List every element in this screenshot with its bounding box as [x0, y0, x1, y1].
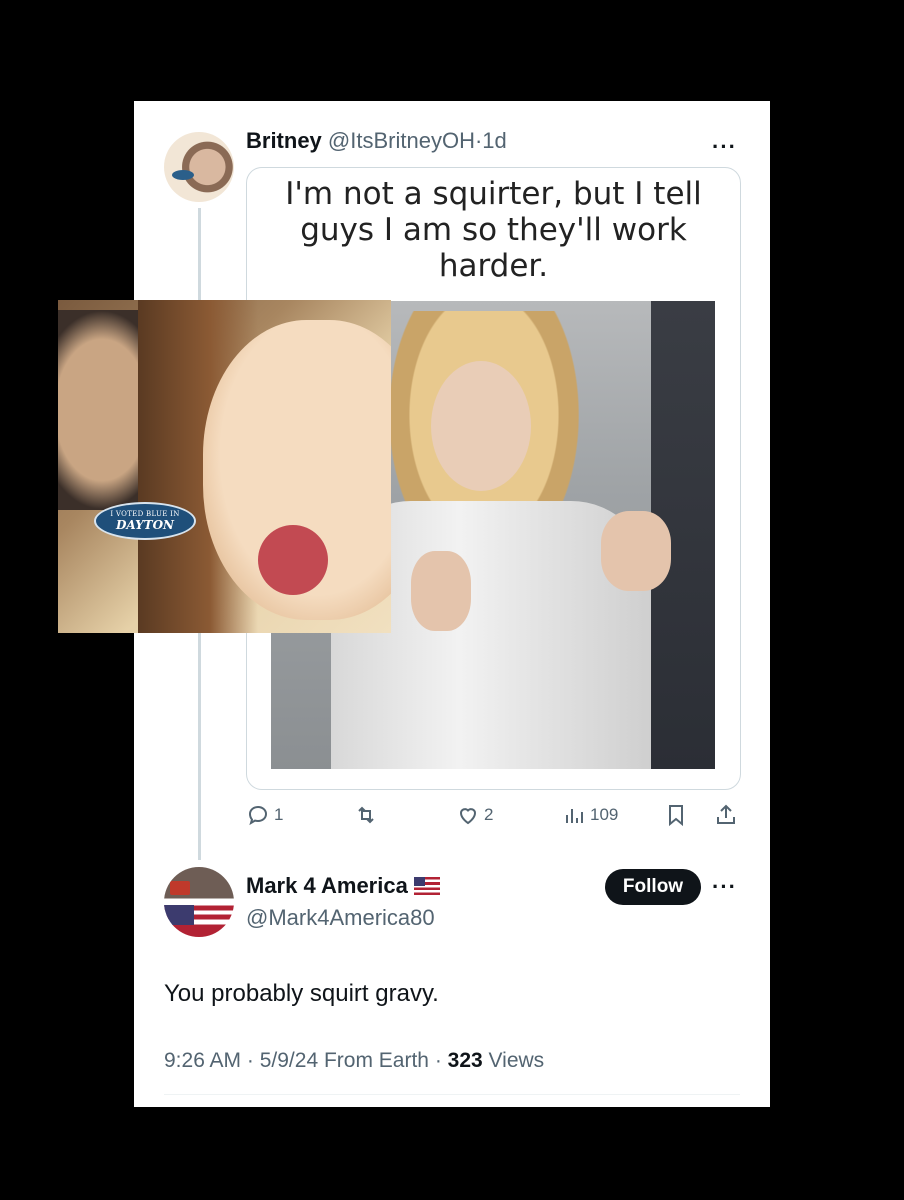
reply-count: 1: [274, 805, 284, 824]
reply-author-name[interactable]: Mark 4 America: [246, 873, 440, 899]
sign-icon: [170, 881, 190, 895]
like-button[interactable]: 2: [456, 803, 493, 827]
heart-icon: [459, 808, 477, 825]
author-handle[interactable]: @ItsBritneyOH: [328, 128, 475, 153]
bookmark-icon: [669, 805, 683, 827]
views-button[interactable]: 109: [562, 803, 618, 827]
meta-separator: ·: [241, 1049, 260, 1072]
meme-caption: I'm not a squirter, but I tell guys I am…: [285, 176, 702, 284]
like-count: 2: [484, 805, 494, 824]
meta-views-label: Views: [482, 1049, 545, 1072]
tweet-time[interactable]: 1d: [482, 128, 506, 153]
more-options-icon[interactable]: ···: [712, 136, 737, 158]
reply-text: You probably squirt gravy.: [164, 980, 439, 1007]
reply-author-handle[interactable]: @Mark4America80: [246, 905, 435, 931]
photo-hand-right: [601, 511, 671, 591]
bookmark-button[interactable]: [664, 803, 688, 827]
action-bar: 1 2 109: [246, 803, 739, 831]
reply-author-name-text: Mark 4 America: [246, 873, 408, 898]
share-button[interactable]: [714, 803, 738, 827]
tweet-header: Britney @ItsBritneyOH·1d: [246, 128, 507, 154]
follow-button[interactable]: Follow: [605, 869, 701, 905]
reply-button[interactable]: 1: [246, 803, 283, 827]
author-name[interactable]: Britney: [246, 128, 322, 153]
us-flag-icon: [413, 877, 440, 895]
photo-face: [431, 361, 531, 491]
views-icon: [566, 809, 583, 823]
avatar[interactable]: [164, 867, 234, 937]
reply-icon: [248, 805, 268, 826]
meta-separator: ·: [428, 1049, 448, 1072]
meta-time[interactable]: 9:26 AM: [164, 1049, 241, 1072]
voted-sticker: I VOTED BLUE IN DAYTON: [94, 502, 196, 540]
meta-source: From Earth: [318, 1049, 429, 1072]
retweet-icon: [358, 806, 374, 824]
more-options-icon[interactable]: ···: [712, 876, 737, 898]
retweet-button[interactable]: [354, 803, 382, 827]
sticker-icon: [172, 170, 194, 180]
views-count: 109: [590, 805, 619, 824]
share-icon: [717, 804, 735, 824]
meta-date[interactable]: 5/9/24: [260, 1049, 318, 1072]
divider: [164, 1094, 740, 1095]
photo-hand-left: [411, 551, 471, 631]
tweet-meta: 9:26 AM · 5/9/24 From Earth · 323 Views: [164, 1049, 544, 1073]
meta-views-count[interactable]: 323: [448, 1049, 483, 1072]
flag-canton: [164, 905, 194, 925]
overlay-mouth: [258, 525, 328, 595]
avatar[interactable]: [164, 132, 234, 202]
zoomed-avatar-image: I VOTED BLUE IN DAYTON: [58, 300, 391, 633]
sticker-line-2: DAYTON: [115, 518, 175, 532]
